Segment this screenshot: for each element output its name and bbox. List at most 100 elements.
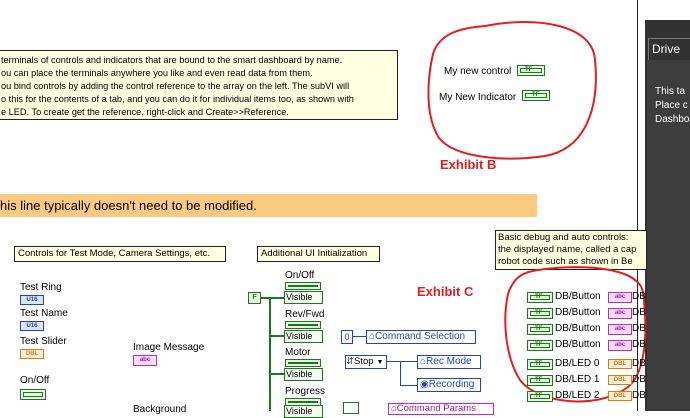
dbl-terminal[interactable]: DBL	[608, 359, 632, 369]
db-button-label: DB/Button	[555, 291, 601, 302]
bound-terminals-note: terminals of controls and indicators tha…	[0, 50, 398, 120]
recording-node[interactable]: ◉Recording	[417, 378, 481, 392]
chevron-down-icon: ▼	[376, 359, 384, 366]
rec-mode-node[interactable]: ⌂Rec Mode	[417, 355, 481, 369]
exhibit-c-circle	[504, 266, 647, 403]
recording-label: Recording	[428, 379, 475, 390]
on-off-terminal[interactable]	[20, 389, 46, 400]
string-terminal[interactable]: abc	[608, 340, 632, 351]
test-ring-label: Test Ring	[20, 282, 62, 293]
ui-init-note-text: Additional UI Initialization	[261, 248, 368, 259]
test-slider-terminal[interactable]: DBL	[20, 349, 44, 359]
enum-wire	[400, 361, 401, 385]
command-params-node[interactable]: ⌂Command Params	[388, 403, 494, 415]
ui-init-note: Additional UI Initialization	[257, 246, 380, 262]
string-terminal[interactable]: abc	[608, 308, 632, 319]
command-selection-label: Command Selection	[375, 331, 466, 342]
note-line: o this for the contents of a tab, and yo…	[1, 94, 354, 104]
tf-tag: TF	[525, 67, 533, 73]
tf-tag: TF	[535, 326, 543, 332]
debug-note-line: the displayed name, called a cap	[498, 244, 637, 255]
banner-text: his line typically doesn't need to be mo…	[0, 198, 257, 213]
bool-wire	[271, 373, 284, 375]
test-slider-label: Test Slider	[20, 336, 67, 347]
rec-mode-label: Rec Mode	[426, 356, 472, 367]
enum-wire	[400, 385, 417, 386]
background-label: Background	[133, 404, 187, 415]
ui-item-label: Progress	[285, 386, 326, 397]
globe-icon: ◉	[420, 379, 429, 390]
debug-note-line: Basic debug and auto controls:	[498, 232, 629, 243]
visible-property[interactable]: Visible	[284, 291, 323, 304]
image-message-terminal[interactable]: abc	[133, 355, 157, 366]
visible-property[interactable]: Visible	[284, 405, 323, 418]
db-label-clipped: DB	[632, 291, 646, 302]
test-ring-terminal[interactable]: U16	[20, 295, 44, 305]
note-line: terminals of controls and indicators tha…	[1, 55, 343, 65]
test-mode-note: Controls for Test Mode, Camera Settings,…	[14, 246, 226, 262]
panel-text-line: Dashbo	[655, 114, 690, 125]
image-message-label: Image Message	[133, 342, 205, 353]
db-label-clipped: DB	[632, 390, 646, 401]
stop-enum-constant[interactable]: ⇵Stop ▼	[345, 355, 387, 369]
string-terminal[interactable]: abc	[608, 292, 632, 303]
db-label-clipped: DB	[632, 323, 646, 334]
enum-arrows-icon: ⇵	[346, 356, 354, 367]
command-params-label: Command Params	[396, 403, 476, 414]
test-mode-note-text: Controls for Test Mode, Camera Settings,…	[18, 248, 211, 259]
tab-drive[interactable]: Drive	[648, 38, 690, 61]
panel-text-line: This ta	[655, 86, 686, 97]
visible-property[interactable]: Visible	[284, 368, 323, 381]
dbl-terminal[interactable]: DBL	[608, 375, 632, 385]
db-button-label: DB/Button	[555, 323, 601, 334]
bool-wire	[271, 335, 284, 337]
tf-tag: TF	[532, 92, 540, 98]
tf-tag: TF	[535, 310, 543, 316]
test-name-terminal[interactable]: U16	[20, 321, 44, 331]
db-led-label: DB/LED 0	[555, 358, 600, 369]
db-label-clipped: DB	[632, 339, 646, 350]
db-button-label: DB/Button	[555, 307, 601, 318]
command-selection-node[interactable]: ⌂Command Selection	[366, 330, 476, 344]
enum-wire	[386, 361, 417, 362]
dbl-terminal[interactable]: DBL	[608, 391, 632, 401]
note-line: ou can place the terminals anywhere you …	[1, 68, 313, 78]
tf-tag: TF	[535, 377, 543, 383]
bool-wire	[260, 297, 284, 299]
on-off-label: On/Off	[20, 375, 50, 386]
property-node-ref	[285, 321, 321, 329]
note-line: e LED. To create get the reference, righ…	[1, 107, 289, 117]
db-button-label: DB/Button	[555, 339, 601, 350]
string-terminal[interactable]: abc	[608, 324, 632, 335]
db-led-label: DB/LED 1	[555, 374, 600, 385]
cluster-constant	[343, 402, 359, 414]
db-led-label: DB/LED 2	[555, 390, 600, 401]
stop-enum-label: Stop	[353, 356, 374, 367]
visible-property[interactable]: Visible	[284, 330, 323, 343]
db-label-clipped: DB	[632, 374, 646, 385]
ui-item-label: On/Off	[285, 270, 315, 281]
tf-tag: TF	[535, 294, 543, 300]
property-node-ref	[285, 282, 321, 290]
note-line: ou bind controls by adding the control r…	[1, 81, 350, 91]
bool-wire	[269, 297, 271, 411]
zero-constant[interactable]: 0	[341, 330, 353, 344]
db-label-clipped: DB	[632, 307, 646, 318]
ui-item-label: Rev/Fwd	[285, 309, 325, 320]
exhibit-b-circle	[427, 21, 597, 160]
test-name-label: Test Name	[20, 308, 68, 319]
ui-item-label: Motor	[285, 347, 311, 358]
tf-tag: TF	[535, 393, 543, 399]
tf-tag: TF	[535, 361, 543, 367]
my-new-control-label: My new control	[444, 66, 512, 77]
banner: his line typically doesn't need to be mo…	[0, 194, 537, 217]
exhibit-b-label: Exhibit B	[440, 157, 497, 172]
exhibit-c-label: Exhibit C	[417, 284, 474, 299]
tf-tag: TF	[535, 342, 543, 348]
my-new-indicator-label: My New Indicator	[439, 92, 517, 103]
int-wire	[352, 336, 366, 337]
db-label-clipped: DB	[632, 358, 646, 369]
property-node-ref	[285, 359, 321, 367]
dashboard-panel-body	[647, 60, 690, 411]
panel-text-line: Place c	[655, 100, 688, 111]
